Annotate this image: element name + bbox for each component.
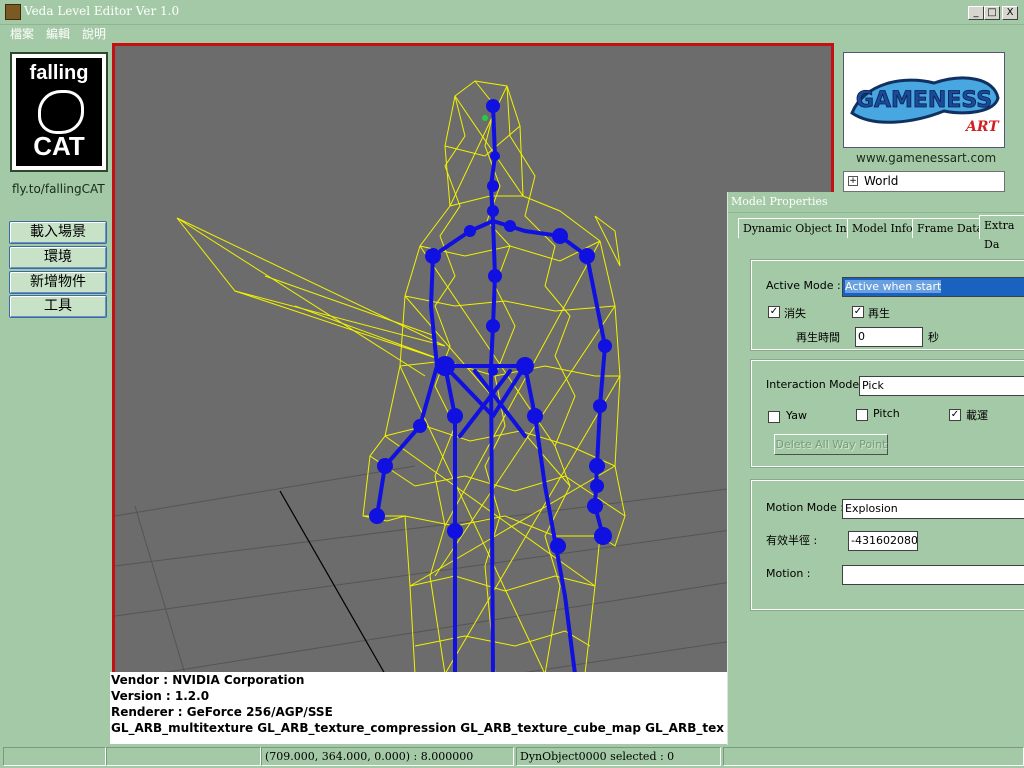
version-line: Version : 1.2.0: [111, 689, 210, 703]
motion-mode-group: Motion Mode : Explosion 有效半徑 : -43160208…: [750, 479, 1024, 611]
load-scene-button[interactable]: 載入場景: [9, 221, 107, 244]
carry-checkbox[interactable]: ✓: [949, 409, 961, 421]
window-title: Veda Level Editor Ver 1.0: [24, 4, 180, 18]
vanish-label: 消失: [784, 307, 806, 320]
status-selection: DynObject0000 selected : 0: [516, 747, 721, 766]
effective-radius-input[interactable]: -431602080.0: [848, 531, 918, 551]
renderer-line: Renderer : GeForce 256/AGP/SSE: [111, 705, 333, 719]
floor-grid: [115, 465, 831, 674]
add-object-button[interactable]: 新增物件: [9, 271, 107, 294]
renderer-info: Vendor : NVIDIA Corporation Version : 1.…: [110, 672, 728, 744]
delete-all-waypoint-button[interactable]: Delete All Way Point: [774, 434, 888, 455]
motion-label: Motion :: [766, 567, 811, 580]
motion-mode-label: Motion Mode :: [766, 501, 844, 514]
3d-viewport[interactable]: [112, 43, 834, 677]
title-bar: Veda Level Editor Ver 1.0 _ □ X: [0, 0, 1024, 25]
gameness-site: www.gamenessart.com: [856, 151, 997, 165]
tree-item-world[interactable]: World: [864, 174, 898, 188]
yaw-checkbox[interactable]: [768, 411, 780, 423]
effective-radius-label: 有效半徑 :: [766, 534, 818, 547]
status-coordinates: (709.000, 364.000, 0.000) : 8.000000: [261, 747, 514, 766]
menu-edit[interactable]: 編輯: [46, 25, 70, 42]
app-icon: [5, 4, 21, 20]
respawn-label: 再生: [868, 307, 890, 320]
vanish-checkbox[interactable]: ✓: [768, 306, 780, 318]
pitch-label: Pitch: [873, 407, 900, 420]
environment-button[interactable]: 環境: [9, 246, 107, 269]
model-properties-window: Model Properties Dynamic Object Info Mod…: [727, 192, 1024, 745]
tab-model-info[interactable]: Model Info: [847, 218, 918, 238]
pitch-checkbox[interactable]: [856, 409, 868, 421]
selected-joint-marker: [482, 115, 488, 121]
extensions-line: GL_ARB_multitexture GL_ARB_texture_compr…: [111, 721, 724, 735]
status-cell-2: [106, 747, 261, 766]
tab-dynamic-object-info[interactable]: Dynamic Object Info: [738, 218, 863, 238]
close-button[interactable]: X: [1002, 6, 1018, 20]
respawn-checkbox[interactable]: ✓: [852, 306, 864, 318]
logo-top-text: falling: [29, 62, 89, 84]
menu-bar: 檔案 編輯 說明: [0, 24, 1024, 42]
status-bar: (709.000, 364.000, 0.000) : 8.000000 Dyn…: [0, 745, 1024, 768]
menu-file[interactable]: 檔案: [10, 25, 34, 42]
carry-label: 載運: [966, 409, 988, 422]
logo-bottom-text: CAT: [33, 131, 85, 161]
maximize-button[interactable]: □: [984, 6, 1000, 20]
interaction-mode-group: Interaction Mode : Pick Yaw Pitch ✓ 載運 D…: [750, 359, 1024, 468]
tab-extra-data[interactable]: Extra Da: [979, 215, 1024, 251]
menu-help[interactable]: 說明: [82, 25, 106, 42]
scene-tree[interactable]: + World: [843, 171, 1005, 192]
active-mode-select[interactable]: Active when start: [842, 277, 1024, 297]
tab-frame-data[interactable]: Frame Data: [912, 218, 989, 238]
respawn-time-unit: 秒: [928, 331, 939, 344]
status-cell-5: [723, 747, 1024, 766]
motion-input[interactable]: [842, 565, 1024, 585]
motion-mode-select[interactable]: Explosion: [842, 499, 1024, 519]
vendor-line: Vendor : NVIDIA Corporation: [111, 673, 305, 687]
art-logo-text: ART: [964, 119, 1000, 135]
yaw-label: Yaw: [786, 409, 807, 422]
properties-title: Model Properties: [728, 192, 1024, 213]
cat-icon: [38, 90, 84, 134]
scene-canvas: [115, 80, 831, 674]
falling-cat-site: fly.to/fallingCAT: [12, 182, 105, 196]
active-mode-group: Active Mode : Active when start ✓ 消失 ✓ 再…: [750, 259, 1024, 351]
axis-line: [279, 490, 386, 674]
respawn-time-input[interactable]: 0: [855, 327, 923, 347]
falling-cat-logo: falling CAT: [10, 52, 108, 172]
gameness-logo-graphic: GAMENESS ART: [850, 76, 1000, 135]
interaction-mode-select[interactable]: Pick: [859, 376, 1024, 396]
tools-button[interactable]: 工具: [9, 295, 107, 318]
expand-icon[interactable]: +: [848, 176, 858, 186]
status-cell-1: [3, 747, 106, 766]
gameness-logo-text: GAMENESS: [856, 88, 992, 113]
interaction-mode-label: Interaction Mode :: [766, 378, 867, 391]
gameness-art-logo: GAMENESS ART: [843, 52, 1005, 148]
active-mode-label: Active Mode :: [766, 279, 841, 292]
minimize-button[interactable]: _: [968, 6, 984, 20]
respawn-time-label: 再生時間: [796, 331, 840, 344]
